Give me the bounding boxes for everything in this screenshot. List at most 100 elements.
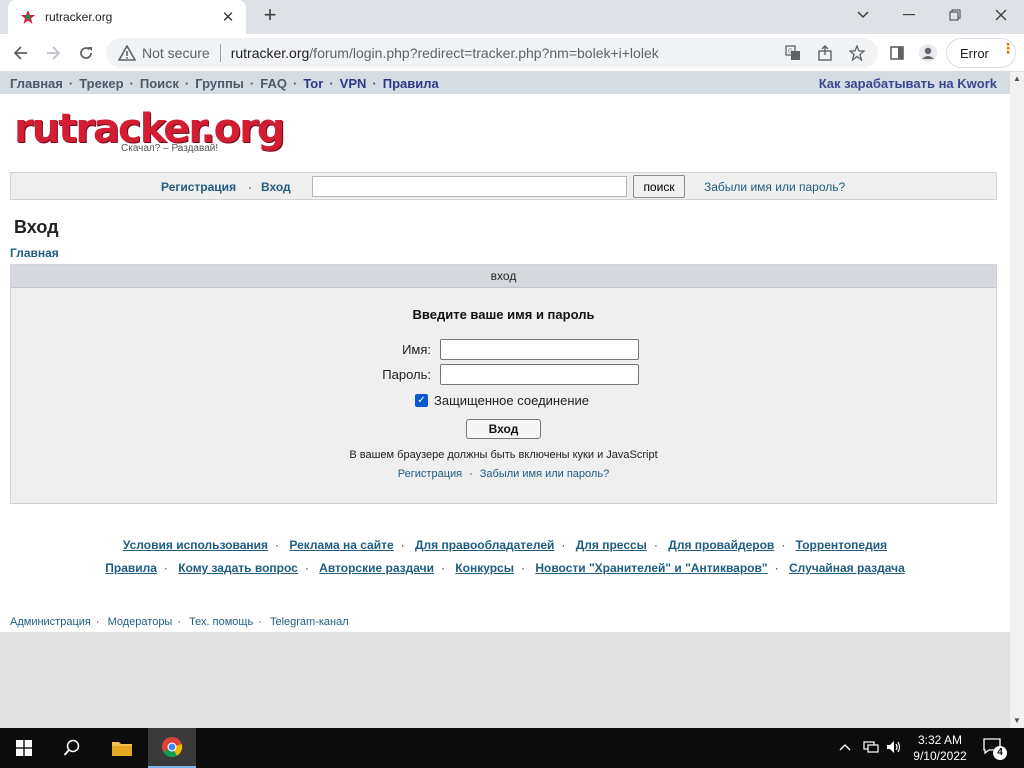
logo-slogan: Скачал? – Раздавай! bbox=[121, 143, 219, 154]
scroll-down-icon[interactable]: ▼ bbox=[1013, 716, 1021, 725]
login-form-header: вход bbox=[11, 265, 996, 288]
login-link[interactable]: Вход bbox=[261, 180, 291, 194]
network-icon[interactable] bbox=[863, 740, 879, 757]
reload-icon[interactable] bbox=[73, 40, 99, 66]
form-register-link[interactable]: Регистрация bbox=[398, 468, 462, 480]
page-bottom-area bbox=[0, 632, 1010, 728]
username-field[interactable] bbox=[440, 339, 639, 360]
file-explorer-icon[interactable] bbox=[98, 728, 146, 768]
chrome-taskbar-icon[interactable] bbox=[148, 728, 196, 768]
search-bar: Регистрация · Вход поиск Забыли имя или … bbox=[10, 172, 997, 200]
footer-separator: · bbox=[400, 538, 405, 552]
url-text[interactable]: rutracker.org/forum/login.php?redirect=t… bbox=[231, 45, 659, 61]
address-bar[interactable]: Not secure rutracker.org/forum/login.php… bbox=[106, 38, 878, 68]
not-secure-label[interactable]: Not secure bbox=[142, 45, 210, 61]
browser-tab[interactable]: rutracker.org ✕ bbox=[8, 0, 246, 34]
password-field[interactable] bbox=[440, 364, 639, 385]
tab-search-icon[interactable] bbox=[840, 0, 886, 30]
bottom-telegram-link[interactable]: Telegram-канал bbox=[270, 616, 349, 628]
footer-providers-link[interactable]: Для провайдеров bbox=[668, 538, 774, 552]
footer-press-link[interactable]: Для прессы bbox=[576, 538, 647, 552]
nav-groups[interactable]: Группы bbox=[195, 76, 244, 91]
omnibox-divider bbox=[219, 44, 221, 62]
bottom-admin-link[interactable]: Администрация bbox=[10, 616, 91, 628]
kwork-promo-link[interactable]: Как зарабатывать на Kwork bbox=[819, 76, 997, 91]
footer-ask-link[interactable]: Кому задать вопрос bbox=[178, 561, 298, 575]
login-prompt: Введите ваше имя и пароль bbox=[412, 307, 595, 322]
search-bar-separator: · bbox=[248, 180, 252, 194]
share-icon[interactable] bbox=[812, 40, 838, 66]
restore-icon[interactable] bbox=[932, 0, 978, 30]
search-input[interactable] bbox=[312, 176, 627, 197]
scroll-up-icon[interactable]: ▲ bbox=[1013, 74, 1021, 83]
rutracker-favicon-icon bbox=[20, 9, 36, 25]
footer-copyright-link[interactable]: Для правообладателей bbox=[415, 538, 554, 552]
close-window-icon[interactable] bbox=[978, 0, 1024, 30]
footer-rules-link[interactable]: Правила bbox=[105, 561, 157, 575]
tray-chevron-icon[interactable] bbox=[839, 740, 851, 755]
nav-search[interactable]: Поиск bbox=[140, 76, 179, 91]
bottom-links: Администрация · Модераторы · Тех. помощь · … bbox=[10, 616, 349, 628]
tab-close-icon[interactable]: ✕ bbox=[220, 8, 236, 26]
nav-home[interactable]: Главная bbox=[10, 76, 63, 91]
nav-separator: · bbox=[292, 75, 298, 91]
nav-separator: · bbox=[249, 75, 255, 91]
footer-separator: · bbox=[275, 538, 280, 552]
footer-separator: · bbox=[781, 538, 786, 552]
notification-center-icon[interactable]: 4 bbox=[983, 738, 1007, 760]
secure-connection-label[interactable]: Защищенное соединение bbox=[434, 393, 589, 408]
footer-contests-link[interactable]: Конкурсы bbox=[455, 561, 514, 575]
minimize-icon[interactable] bbox=[886, 0, 932, 30]
nav-rules[interactable]: Правила bbox=[383, 76, 439, 91]
page-scrollbar[interactable]: ▲ ▼ bbox=[1010, 72, 1024, 728]
warning-icon bbox=[118, 45, 136, 61]
site-logo[interactable]: rutracker.org Скачал? – Раздавай! bbox=[14, 106, 285, 158]
forward-icon[interactable] bbox=[40, 40, 66, 66]
search-icon[interactable] bbox=[48, 728, 96, 768]
breadcrumb-home[interactable]: Главная bbox=[10, 246, 59, 260]
bookmark-star-icon[interactable] bbox=[844, 40, 870, 66]
volume-icon[interactable] bbox=[886, 740, 902, 757]
translate-icon[interactable]: G bbox=[780, 40, 806, 66]
login-submit-button[interactable]: Вход bbox=[466, 419, 541, 439]
footer-separator: · bbox=[774, 561, 779, 575]
notification-count-badge: 4 bbox=[993, 746, 1007, 760]
secure-connection-checkbox[interactable]: ✓ bbox=[415, 394, 428, 407]
bottom-support-link[interactable]: Тех. помощь bbox=[189, 616, 253, 628]
bottom-separator: · bbox=[258, 616, 262, 628]
footer-terms-link[interactable]: Условия использования bbox=[123, 538, 268, 552]
nav-tracker[interactable]: Трекер bbox=[79, 76, 123, 91]
bottom-moderators-link[interactable]: Модераторы bbox=[108, 616, 173, 628]
nav-faq[interactable]: FAQ bbox=[260, 76, 287, 91]
cookie-note: В вашем браузере должны быть включены ку… bbox=[349, 449, 658, 461]
new-tab-icon[interactable]: + bbox=[258, 4, 282, 28]
back-icon[interactable] bbox=[8, 40, 34, 66]
footer-author-link[interactable]: Авторские раздачи bbox=[319, 561, 434, 575]
footer-ads-link[interactable]: Реклама на сайте bbox=[289, 538, 393, 552]
footer-separator: · bbox=[561, 538, 566, 552]
login-form: вход Введите ваше имя и пароль Имя: Паро… bbox=[10, 264, 997, 504]
link-separator: · bbox=[469, 468, 473, 480]
profile-avatar-icon[interactable] bbox=[915, 40, 941, 66]
start-windows-icon[interactable] bbox=[0, 728, 48, 768]
nav-tor[interactable]: Tor bbox=[303, 76, 323, 91]
footer-row-1: Условия использования · Реклама на сайте ·… bbox=[0, 538, 1010, 552]
url-path: /forum/login.php?redirect=tracker.php?nm… bbox=[309, 45, 659, 61]
svg-text:G: G bbox=[788, 48, 793, 55]
footer-random-link[interactable]: Случайная раздача bbox=[789, 561, 905, 575]
footer-torrentopedia-link[interactable]: Торрентопедия bbox=[796, 538, 887, 552]
taskbar-clock[interactable]: 3:32 AM 9/10/2022 bbox=[905, 732, 975, 764]
footer-separator: · bbox=[520, 561, 525, 575]
search-button[interactable]: поиск bbox=[633, 175, 685, 198]
side-panel-icon[interactable] bbox=[884, 40, 910, 66]
register-link[interactable]: Регистрация bbox=[161, 180, 236, 194]
username-label: Имя: bbox=[402, 342, 431, 357]
nav-vpn[interactable]: VPN bbox=[340, 76, 367, 91]
bottom-separator: · bbox=[95, 616, 100, 628]
footer-keepers-news-link[interactable]: Новости "Хранителей" и "Антикваров" bbox=[535, 561, 767, 575]
nav-separator: · bbox=[329, 75, 334, 91]
footer-separator: · bbox=[440, 561, 445, 575]
form-forgot-link[interactable]: Забыли имя или пароль? bbox=[480, 468, 609, 480]
error-button[interactable]: Error ⋮ bbox=[946, 38, 1016, 68]
forgot-password-link[interactable]: Забыли имя или пароль? bbox=[704, 180, 845, 194]
